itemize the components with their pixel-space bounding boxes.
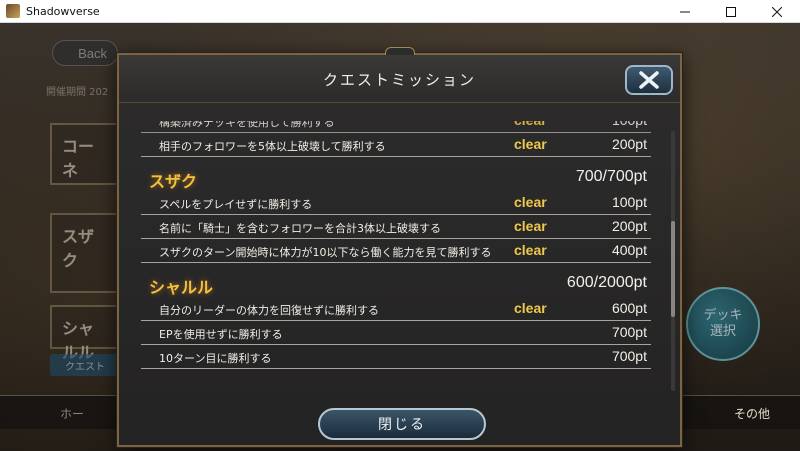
- mission-status: clear: [514, 194, 547, 210]
- nav-home: ホー: [60, 407, 85, 421]
- category-score: 700/700pt: [575, 168, 647, 185]
- scrollbar-thumb[interactable]: [671, 221, 675, 317]
- mission-points: 200pt: [611, 136, 647, 152]
- mission-list-scrollbar[interactable]: [671, 131, 675, 391]
- maximize-icon: [726, 6, 736, 17]
- mission-description: 相手のフォロワーを5体以上破壊して勝利する: [159, 140, 386, 153]
- mission-list[interactable]: 構築済みデッキを使用して勝利する clear 100pt 相手のフォロワーを5体以上破…: [141, 121, 651, 401]
- mission-description: 自分のリーダーの体力を回復せずに勝利する: [159, 304, 379, 317]
- quest-card-2: スザク: [50, 213, 120, 293]
- mission-points: 400pt: [611, 242, 647, 258]
- close-button-label: 閉じる: [378, 417, 426, 433]
- nav-other: その他: [733, 407, 770, 421]
- close-button[interactable]: 閉じる: [318, 408, 486, 440]
- mission-status: clear: [514, 300, 547, 316]
- window-controls: [662, 0, 800, 23]
- modal-header: クエストミッション: [119, 55, 680, 103]
- mission-row: EPを使用せずに勝利する 700pt: [141, 323, 651, 345]
- mission-points: 700pt: [611, 324, 647, 340]
- minimize-button[interactable]: [662, 0, 708, 23]
- mission-description: スザクのターン開始時に体力が10以下なら働く能力を見て勝利する: [159, 246, 492, 259]
- minimize-icon: [680, 11, 690, 12]
- quest-card-2-label: スザク: [62, 227, 95, 270]
- mission-description: スペルをプレイせずに勝利する: [159, 198, 313, 211]
- mission-points: 100pt: [612, 121, 647, 128]
- close-x-icon: [639, 71, 659, 89]
- modal-title: クエストミッション: [322, 71, 476, 89]
- mission-row: 10ターン目に勝利する 700pt: [141, 347, 651, 369]
- event-period-label: 開催期間 202: [46, 87, 109, 98]
- category-name: スザク: [149, 172, 198, 191]
- quest-card-3: シャルル: [50, 305, 120, 362]
- window-close-button[interactable]: [754, 0, 800, 23]
- back-button: Back: [52, 40, 118, 66]
- shadowverse-app-icon: [6, 4, 20, 18]
- quest-tab: クエスト: [50, 354, 120, 376]
- mission-points: 200pt: [611, 218, 647, 234]
- modal-close-button[interactable]: [625, 65, 673, 95]
- quest-card-1: コーネ: [50, 123, 120, 185]
- deck-select-button: デッキ 選択: [686, 287, 760, 361]
- mission-category-header: シャルル 600/2000pt: [141, 273, 651, 297]
- mission-status: clear: [514, 242, 547, 258]
- mission-row: 構築済みデッキを使用して勝利する clear 100pt: [141, 121, 651, 133]
- quest-mission-modal: クエストミッション 構築済みデッキを使用して勝利する clear 100pt 相手のフ…: [117, 47, 682, 447]
- mission-status: clear: [514, 121, 547, 128]
- window-titlebar: Shadowverse: [0, 0, 800, 23]
- quest-card-1-label: コーネ: [62, 137, 95, 180]
- mission-description: 名前に「騎士」を含むフォロワーを合計3体以上破壊する: [159, 222, 441, 235]
- mission-description: 10ターン目に勝利する: [159, 352, 272, 365]
- mission-points: 600pt: [611, 300, 647, 316]
- game-viewport: Back 開催期間 202 コーネ スザク シャルル クエスト デッキ 選択 ホ…: [0, 23, 800, 451]
- mission-points: 100pt: [611, 194, 647, 210]
- category-name: シャルル: [149, 278, 214, 297]
- mission-points: 700pt: [611, 348, 647, 364]
- deck-select-label: デッキ 選択: [703, 308, 743, 339]
- mission-description: EPを使用せずに勝利する: [159, 328, 283, 341]
- mission-row: スザクのターン開始時に体力が10以下なら働く能力を見て勝利する clear 400p…: [141, 241, 651, 263]
- mission-status: clear: [514, 136, 547, 152]
- mission-row: 自分のリーダーの体力を回復せずに勝利する clear 600pt: [141, 299, 651, 321]
- window-close-icon: [772, 6, 782, 17]
- mission-row: 名前に「騎士」を含むフォロワーを合計3体以上破壊する clear 200pt: [141, 217, 651, 239]
- category-score: 600/2000pt: [566, 274, 647, 291]
- window-title: Shadowverse: [26, 4, 100, 18]
- maximize-button[interactable]: [708, 0, 754, 23]
- mission-row: スペルをプレイせずに勝利する clear 100pt: [141, 193, 651, 215]
- mission-category-header: スザク 700/700pt: [141, 167, 651, 191]
- mission-description: 構築済みデッキを使用して勝利する: [159, 121, 335, 129]
- mission-row: 相手のフォロワーを5体以上破壊して勝利する clear 200pt: [141, 135, 651, 157]
- mission-status: clear: [514, 218, 547, 234]
